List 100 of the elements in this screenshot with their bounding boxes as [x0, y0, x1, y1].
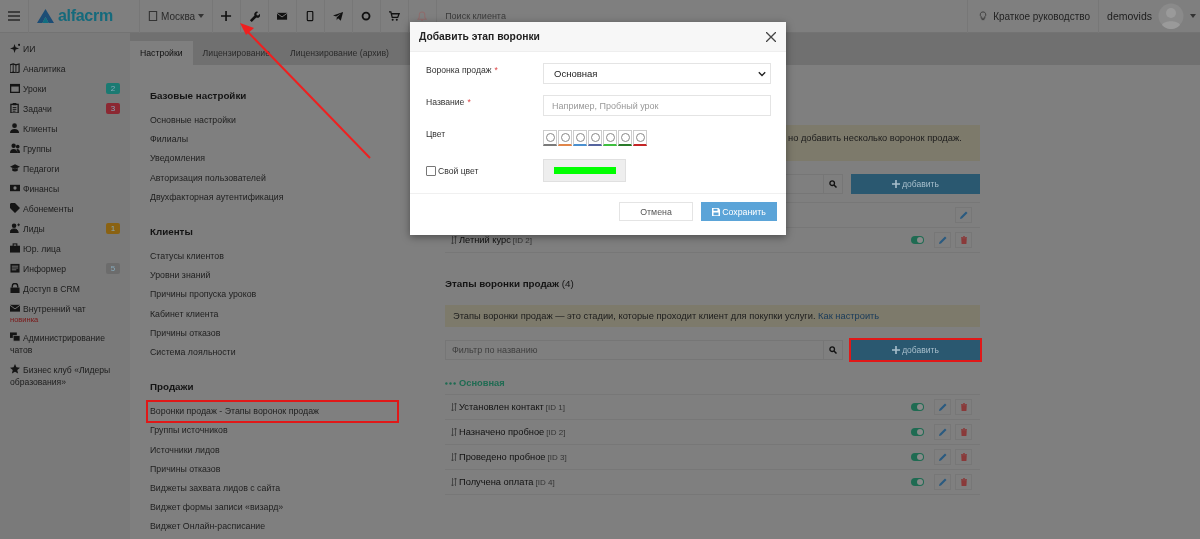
settings-link[interactable]: Авторизация пользователей [148, 168, 401, 188]
color-picker[interactable] [543, 159, 626, 183]
search-button[interactable] [824, 340, 843, 360]
settings-link[interactable]: Группы источников [148, 421, 401, 441]
search-icon[interactable] [829, 346, 837, 354]
color-swatch[interactable] [603, 129, 617, 146]
edit-button[interactable] [934, 449, 951, 465]
settings-link[interactable]: Причины пропуска уроков [148, 285, 401, 305]
sidebar-item[interactable]: Уроки 2 [10, 79, 120, 99]
drag-handle-icon[interactable] [451, 478, 457, 486]
toggle-switch[interactable] [911, 236, 924, 244]
tab[interactable]: Лицензирование (архив) [280, 41, 399, 65]
settings-link[interactable]: Виджеты захвата лидов с сайта [148, 479, 401, 499]
logo-text: alfacrm [58, 7, 113, 25]
menu-icon[interactable] [8, 11, 20, 21]
guide-link[interactable]: Краткое руководство [967, 0, 1100, 33]
toggle-switch[interactable] [911, 453, 924, 461]
paper-plane-icon[interactable] [333, 10, 345, 22]
setup-link[interactable]: Как настроить [818, 311, 880, 321]
settings-link[interactable]: Причины отказов [148, 459, 401, 480]
toggle-switch[interactable] [911, 403, 924, 411]
edit-button[interactable] [955, 207, 972, 223]
caret-icon [198, 14, 205, 18]
wrench-icon[interactable] [249, 10, 261, 22]
sparkle-icon [10, 43, 20, 53]
branch-dropdown[interactable]: Москва [140, 0, 214, 33]
sidebar-item[interactable]: Абонементы [10, 199, 120, 219]
tab[interactable]: Настройки [130, 41, 193, 65]
settings-link[interactable]: Основные настройки [148, 111, 401, 131]
close-icon[interactable] [766, 31, 776, 42]
sidebar-item[interactable]: Бизнес клуб «Лидеры образования» [10, 360, 120, 392]
funnel-select[interactable]: Основная [543, 63, 771, 85]
sidebar-item[interactable]: Педагоги [10, 159, 120, 179]
avatar-icon[interactable] [1158, 3, 1184, 29]
settings-link[interactable]: Филиалы [148, 130, 401, 150]
color-swatch[interactable] [633, 129, 647, 146]
caret-icon[interactable] [1190, 14, 1196, 18]
color-swatch[interactable] [588, 129, 602, 146]
settings-link[interactable]: Уведомления [148, 149, 401, 169]
cart-icon[interactable] [389, 10, 401, 22]
envelope-icon[interactable] [277, 10, 289, 22]
delete-button[interactable] [955, 424, 972, 440]
plus-icon[interactable] [221, 10, 233, 22]
settings-link[interactable]: Воронки продаж - Этапы воронок продаж [148, 402, 397, 422]
settings-link[interactable]: Уровни знаний [148, 266, 401, 286]
filter-field[interactable]: Фильтр по названию [445, 340, 824, 360]
calendar-icon [10, 83, 20, 93]
sidebar-item[interactable]: Доступ в CRM [10, 279, 120, 299]
edit-button[interactable] [934, 232, 951, 248]
delete-button[interactable] [955, 474, 972, 490]
drag-handle-icon[interactable] [451, 403, 457, 411]
sidebar-item[interactable]: Администрирование чатов [10, 328, 120, 360]
search-field[interactable]: Поиск клиента [443, 10, 568, 22]
sidebar-item[interactable]: ИИ [10, 39, 120, 59]
funnel-name: Основная [459, 378, 505, 388]
settings-link[interactable]: Источники лидов [148, 440, 401, 460]
settings-link[interactable]: Виджет Онлайн-расписание [148, 517, 401, 537]
people-icon [10, 143, 20, 153]
sidebar-item[interactable]: Информер 5 [10, 259, 120, 279]
edit-button[interactable] [934, 424, 951, 440]
sidebar-item[interactable]: Лиды 1 [10, 219, 120, 239]
sidebar-item[interactable]: Группы [10, 139, 120, 159]
drag-handle-icon[interactable] [451, 453, 457, 461]
delete-button[interactable] [955, 232, 972, 248]
color-swatch[interactable] [558, 129, 572, 146]
settings-link[interactable]: Виджет формы записи «визард» [148, 498, 401, 518]
settings-link[interactable]: Причины отказов [148, 323, 401, 344]
name-field[interactable]: Например, Пробный урок [543, 95, 771, 117]
circle-icon[interactable] [361, 10, 373, 22]
color-swatch[interactable] [573, 129, 587, 146]
settings-link[interactable]: Статусы клиентов [148, 247, 401, 267]
save-button[interactable]: Сохранить [701, 202, 777, 222]
tablet-icon [148, 11, 158, 21]
drag-handle-icon[interactable] [451, 236, 457, 244]
sidebar-item[interactable]: Аналитика [10, 59, 120, 79]
stage-name: Получена оплата [459, 477, 534, 487]
cancel-button[interactable]: Отмена [619, 202, 693, 222]
settings-link[interactable]: Двухфакторная аутентификация [148, 187, 401, 207]
settings-link[interactable]: Система лояльности [148, 343, 401, 363]
toggle-switch[interactable] [911, 428, 924, 436]
sidebar-item[interactable]: Задачи 3 [10, 99, 120, 119]
user-name[interactable]: demovids [1107, 10, 1152, 22]
settings-link[interactable]: Кабинет клиента [148, 304, 401, 324]
add-button[interactable]: добавить [851, 174, 980, 194]
toggle-switch[interactable] [911, 478, 924, 486]
banknote-icon [10, 183, 20, 193]
color-swatch[interactable] [618, 129, 632, 146]
edit-button[interactable] [934, 474, 951, 490]
delete-button[interactable] [955, 449, 972, 465]
delete-button[interactable] [955, 399, 972, 415]
sidebar-item[interactable]: Финансы [10, 179, 120, 199]
search-icon[interactable] [829, 180, 837, 188]
sidebar-item[interactable]: Клиенты [10, 119, 120, 139]
sidebar-item[interactable]: Юр. лица [10, 239, 120, 259]
add-button[interactable]: добавить [851, 340, 980, 360]
edit-button[interactable] [934, 399, 951, 415]
drag-handle-icon[interactable] [451, 428, 457, 436]
required-mark: * [494, 65, 498, 76]
checkbox[interactable] [426, 165, 436, 176]
color-swatch[interactable] [543, 129, 557, 146]
